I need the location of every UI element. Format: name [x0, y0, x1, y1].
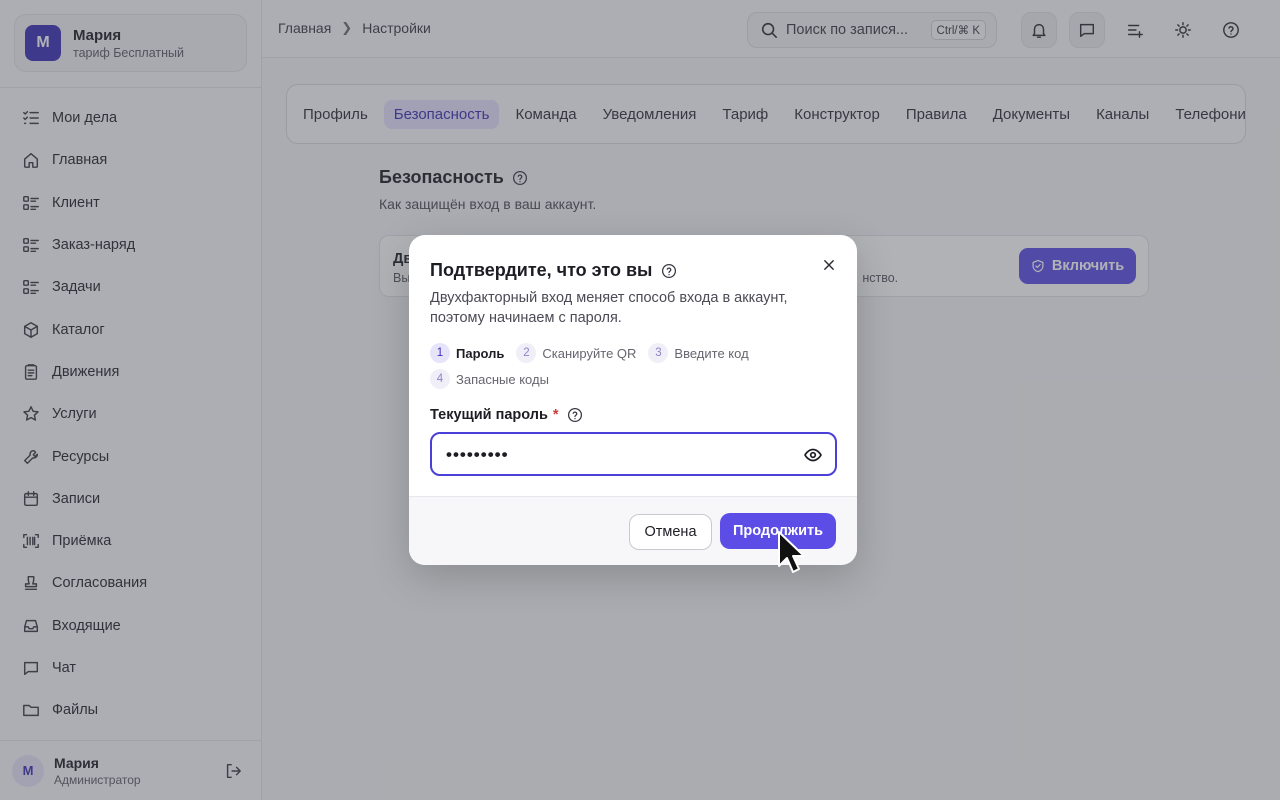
mouse-pointer-icon [778, 531, 805, 573]
dialog-title: Подтвердите, что это вы [430, 260, 677, 281]
step-backup-codes: 4 Запасные коды [430, 369, 549, 389]
step-label: Пароль [456, 345, 505, 361]
step-label: Запасные коды [456, 371, 549, 387]
required-mark: * [552, 407, 559, 423]
cancel-button[interactable]: Отмена [629, 514, 712, 550]
help-icon[interactable] [567, 407, 583, 423]
step-password: 1 Пароль [430, 343, 504, 363]
close-button[interactable] [819, 255, 839, 275]
confirm-identity-dialog: Подтвердите, что это вы Двухфакторный вх… [409, 235, 857, 565]
dialog-title-text: Подтвердите, что это вы [430, 260, 653, 280]
step-number: 2 [516, 343, 537, 363]
stepper: 1 Пароль 2 Сканируйте QR 3 Введите код 4… [430, 340, 830, 392]
step-enter-code: 3 Введите код [648, 343, 749, 363]
password-field[interactable]: ••••••••• [430, 432, 837, 476]
password-field-label: Текущий пароль * [430, 407, 583, 423]
step-label: Введите код [674, 345, 749, 361]
password-label-text: Текущий пароль [430, 407, 548, 423]
password-value: ••••••••• [446, 445, 509, 464]
eye-icon[interactable] [803, 445, 823, 465]
step-label: Сканируйте QR [542, 345, 637, 361]
step-number: 1 [430, 343, 450, 363]
step-scan-qr: 2 Сканируйте QR [516, 343, 636, 363]
close-icon [824, 260, 834, 270]
step-number: 4 [430, 369, 450, 389]
dialog-description: Двухфакторный вход меняет способ входа в… [430, 290, 788, 326]
help-icon[interactable] [661, 263, 677, 279]
step-number: 3 [648, 343, 669, 363]
